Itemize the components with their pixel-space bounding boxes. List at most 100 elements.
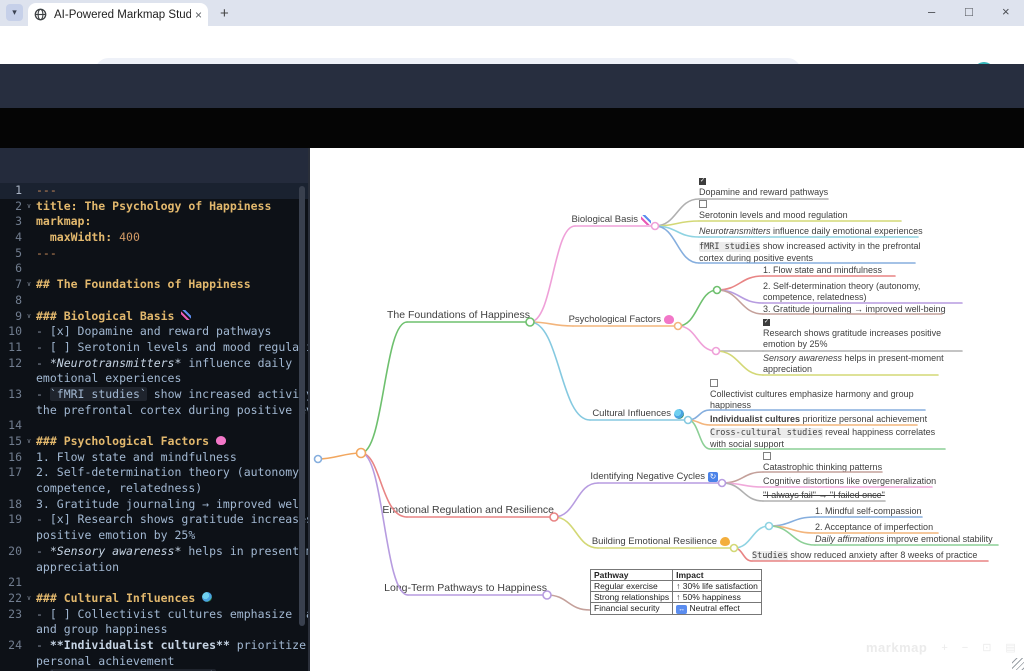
node-circle-psy-bullet-group[interactable] [713, 348, 720, 355]
fold-gutter [22, 450, 36, 466]
editor-line-number [0, 371, 22, 387]
editor-row[interactable]: 23- [ ] Collectivist cultures emphasize … [0, 607, 308, 623]
editor-row[interactable]: emotional experiences [0, 371, 308, 387]
node-circle-foundations[interactable] [526, 318, 534, 326]
editor-row[interactable]: 11- [ ] Serotonin levels and mood regula… [0, 340, 308, 356]
fold-gutter [22, 356, 36, 372]
fold-gutter [22, 544, 36, 560]
node-circle-negcycles[interactable] [719, 480, 726, 487]
node-circle-emotional[interactable] [550, 513, 558, 521]
editor-row[interactable]: 2∨title: The Psychology of Happiness [0, 199, 308, 215]
fold-gutter [22, 387, 36, 403]
editor-row[interactable]: competence, relatedness) [0, 481, 308, 497]
editor-row[interactable]: 13- `fMRI studies` show increased activi… [0, 387, 308, 403]
fold-caret-icon[interactable]: ∨ [22, 199, 36, 215]
editor-row[interactable]: 183. Gratitude journaling → improved wel… [0, 497, 308, 513]
editor-line-text: - [x] Dopamine and reward pathways [36, 324, 308, 340]
editor-line-text: - `fMRI studies` show increased activity… [36, 387, 308, 403]
fold-gutter [22, 512, 36, 528]
node-circle-res-ordered-group[interactable] [766, 523, 773, 530]
editor-line-number: 4 [0, 230, 22, 246]
window-maximize-icon[interactable]: □ [965, 4, 973, 19]
editor-row[interactable]: 19- [x] Research shows gratitude increas… [0, 512, 308, 528]
editor-line-text: ### Psychological Factors [36, 434, 308, 450]
editor-line-text: positive emotion by 25% [36, 528, 308, 544]
editor-row[interactable]: appreciation [0, 560, 308, 576]
app-header: AI-Powered Markmap Studio Create beautif… [0, 64, 1024, 108]
editor-line-text [36, 293, 308, 309]
editor-scrollbar[interactable] [299, 186, 305, 626]
node-circle-biological[interactable] [652, 223, 659, 230]
node-circle-psychological[interactable] [675, 323, 682, 330]
editor-row[interactable]: 15∨### Psychological Factors [0, 434, 308, 450]
tab-strip: ▾ AI-Powered Markmap Studio × + – □ × [0, 0, 1024, 26]
editor-line-number: 20 [0, 544, 22, 560]
globe-favicon [34, 8, 47, 21]
recenter-icon[interactable]: ▤ [1005, 641, 1015, 654]
editor-row[interactable]: 8 [0, 293, 308, 309]
fold-gutter [22, 560, 36, 576]
globe-icon [202, 592, 212, 602]
fold-gutter [22, 575, 36, 591]
window-minimize-icon[interactable]: – [928, 4, 935, 19]
editor-row[interactable]: 20 - *Sensory awareness* helps in present… [0, 544, 308, 560]
zoom-out-icon[interactable]: − [962, 642, 968, 654]
editor-line-text: - *Sensory awareness* helps in present-m… [36, 544, 308, 560]
editor-row[interactable]: 172. Self-determination theory (autonomy… [0, 465, 308, 481]
fold-gutter [22, 418, 36, 434]
editor-row[interactable]: the prefrontal cortex during positive ev… [0, 403, 308, 419]
editor-line-number: 24 [0, 638, 22, 654]
editor-line-number: 17 [0, 465, 22, 481]
pathways-impact-table: PathwayImpactRegular exercise↑ 30% life … [590, 569, 762, 615]
markmap-brand[interactable]: markmap [866, 640, 927, 655]
fit-window-icon[interactable]: ⊡ [982, 641, 991, 654]
new-tab-button[interactable]: + [220, 5, 229, 22]
editor-row[interactable]: 12- *Neurotransmitters* influence daily [0, 356, 308, 372]
fold-caret-icon[interactable]: ∨ [22, 591, 36, 607]
node-circle-resilience[interactable] [731, 545, 738, 552]
editor-row[interactable]: 6 [0, 261, 308, 277]
tab-close-icon[interactable]: × [195, 8, 202, 22]
node-circle-root[interactable] [357, 449, 366, 458]
editor-row[interactable]: 1 --- [0, 183, 308, 199]
editor-row[interactable]: 14 [0, 418, 308, 434]
tab-search-button[interactable]: ▾ [6, 4, 23, 21]
editor-row[interactable]: 21 [0, 575, 308, 591]
fold-caret-icon[interactable]: ∨ [22, 309, 36, 325]
fold-gutter [22, 246, 36, 262]
editor-row[interactable]: 5--- [0, 246, 308, 262]
editor-row[interactable]: 10- [x] Dopamine and reward pathways [0, 324, 308, 340]
editor-line-number: 16 [0, 450, 22, 466]
fold-caret-icon[interactable]: ∨ [22, 434, 36, 450]
editor-line-text: --- [36, 183, 308, 199]
editor-row[interactable]: 3markmap: [0, 214, 308, 230]
node-circle-root-parent[interactable] [315, 456, 322, 463]
editor-line-number: 3 [0, 214, 22, 230]
browser-tab[interactable]: AI-Powered Markmap Studio × [28, 3, 208, 26]
zoom-in-icon[interactable]: + [941, 642, 947, 654]
editor-row[interactable]: and group happiness [0, 622, 308, 638]
node-circle-cultural[interactable] [685, 417, 692, 424]
editor-row[interactable]: 24- **Individualist cultures** prioritiz… [0, 638, 308, 654]
editor-row[interactable]: 7∨## The Foundations of Happiness [0, 277, 308, 293]
editor-row[interactable]: positive emotion by 25% [0, 528, 308, 544]
node-circle-longterm[interactable] [543, 591, 551, 599]
editor-row[interactable]: 161. Flow state and mindfulness [0, 450, 308, 466]
node-circle-psy-ordered-group[interactable] [714, 287, 721, 294]
editor-row[interactable]: 22∨### Cultural Influences [0, 591, 308, 607]
editor-row[interactable]: 9∨### Biological Basis [0, 309, 308, 325]
editor-row[interactable]: personal achievement [0, 654, 308, 670]
resize-grip[interactable] [1012, 658, 1024, 670]
editor-line-number: 1 [0, 183, 22, 199]
table-row: Strong relationships↑ 50% happiness [591, 592, 762, 603]
markdown-editor[interactable]: 1 ---2∨title: The Psychology of Happiness… [0, 183, 308, 671]
editor-line-text: emotional experiences [36, 371, 308, 387]
window-close-icon[interactable]: × [1002, 4, 1010, 19]
editor-toolbar: Insert Snippet ∨ [0, 148, 308, 183]
editor-line-number: 8 [0, 293, 22, 309]
editor-line-number: 7 [0, 277, 22, 293]
fold-gutter [22, 293, 36, 309]
editor-line-number: 14 [0, 418, 22, 434]
fold-caret-icon[interactable]: ∨ [22, 277, 36, 293]
editor-row[interactable]: 4 maxWidth: 400 [0, 230, 308, 246]
